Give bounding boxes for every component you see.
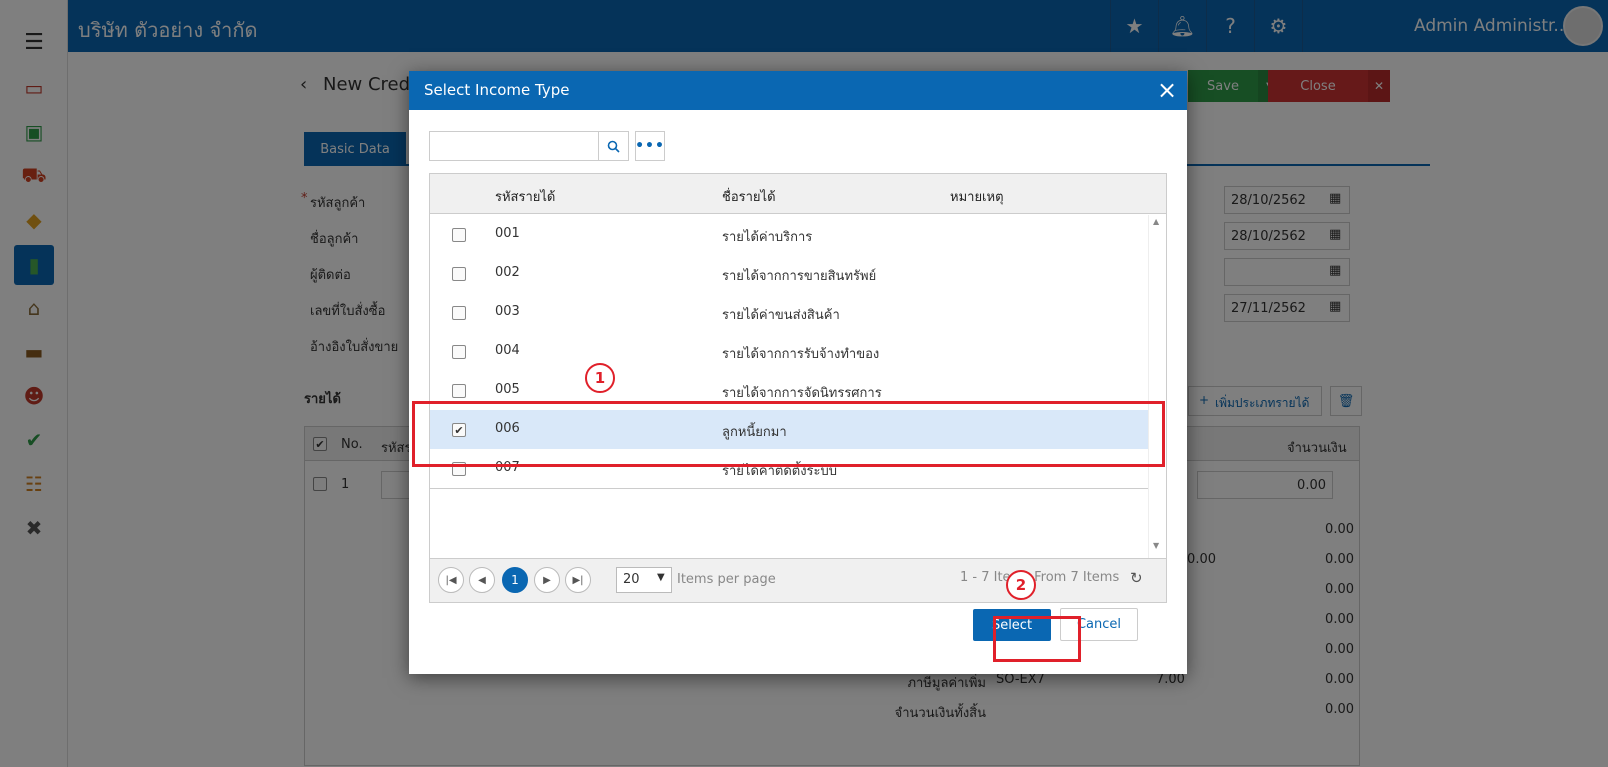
table-row[interactable]: 002 รายได้จากการขายสินทรัพย์ [430,254,1148,294]
income-code: 001 [495,226,520,241]
table-row[interactable]: 003 รายได้ค่าขนส่งสินค้า [430,293,1148,333]
highlight-box-select [993,616,1081,662]
col-header-note[interactable]: หมายเหตุ [950,186,1004,207]
income-code: 003 [495,304,520,319]
col-header-code[interactable]: รหัสรายได้ [495,186,555,207]
last-page-icon[interactable]: ▶| [565,567,591,593]
close-icon[interactable]: × [1153,76,1181,104]
chevron-down-icon: ▼ [657,572,665,583]
search-input[interactable] [429,131,599,161]
row-checkbox[interactable] [452,267,466,281]
search-icon[interactable] [599,131,629,161]
income-name: รายได้ค่าบริการ [722,230,813,245]
modal-title: Select Income Type [424,81,570,99]
row-checkbox[interactable] [452,228,466,242]
grid-header: รหัสรายได้ ชื่อรายได้ หมายเหตุ [430,174,1166,214]
income-code: 005 [495,382,520,397]
more-options-icon[interactable]: ••• [635,131,665,161]
current-page[interactable]: 1 [502,567,528,593]
row-checkbox[interactable] [452,384,466,398]
row-checkbox[interactable] [452,306,466,320]
items-per-page-label: Items per page [677,572,776,587]
income-code: 002 [495,265,520,280]
refresh-icon[interactable]: ↻ [1130,569,1143,587]
income-type-grid: รหัสรายได้ ชื่อรายได้ หมายเหตุ 001 รายได… [429,173,1167,603]
income-name: รายได้จากการรับจ้างทำของ [722,347,880,362]
step-marker-1: 1 [585,363,615,393]
page-size-select[interactable]: 20 ▼ [616,567,672,593]
scroll-up-icon[interactable]: ▲ [1153,217,1159,226]
modal-header: Select Income Type × [409,71,1187,110]
select-income-type-modal: Select Income Type × ••• รหัสรายได้ ชื่อ… [409,71,1187,674]
table-row[interactable]: 004 รายได้จากการรับจ้างทำของ [430,332,1148,372]
income-name: รายได้จากการจัดนิทรรศการ [722,386,882,401]
grid-scrollbar[interactable]: ▲ ▼ [1148,215,1166,558]
grid-pager: |◀ ◀ 1 ▶ ▶| 20 ▼ Items per page 1 - 7 It… [430,558,1166,602]
prev-page-icon[interactable]: ◀ [469,567,495,593]
table-row[interactable]: 001 รายได้ค่าบริการ [430,215,1148,255]
items-info: 1 - 7 Items From 7 Items [960,570,1120,585]
scroll-down-icon[interactable]: ▼ [1153,541,1159,550]
income-code: 004 [495,343,520,358]
highlight-box-row [412,401,1165,467]
income-name: รายได้ค่าขนส่งสินค้า [722,308,840,323]
step-marker-2: 2 [1006,570,1036,600]
row-checkbox[interactable] [452,345,466,359]
first-page-icon[interactable]: |◀ [438,567,464,593]
next-page-icon[interactable]: ▶ [534,567,560,593]
col-header-name[interactable]: ชื่อรายได้ [722,186,776,207]
income-name: รายได้จากการขายสินทรัพย์ [722,269,877,284]
